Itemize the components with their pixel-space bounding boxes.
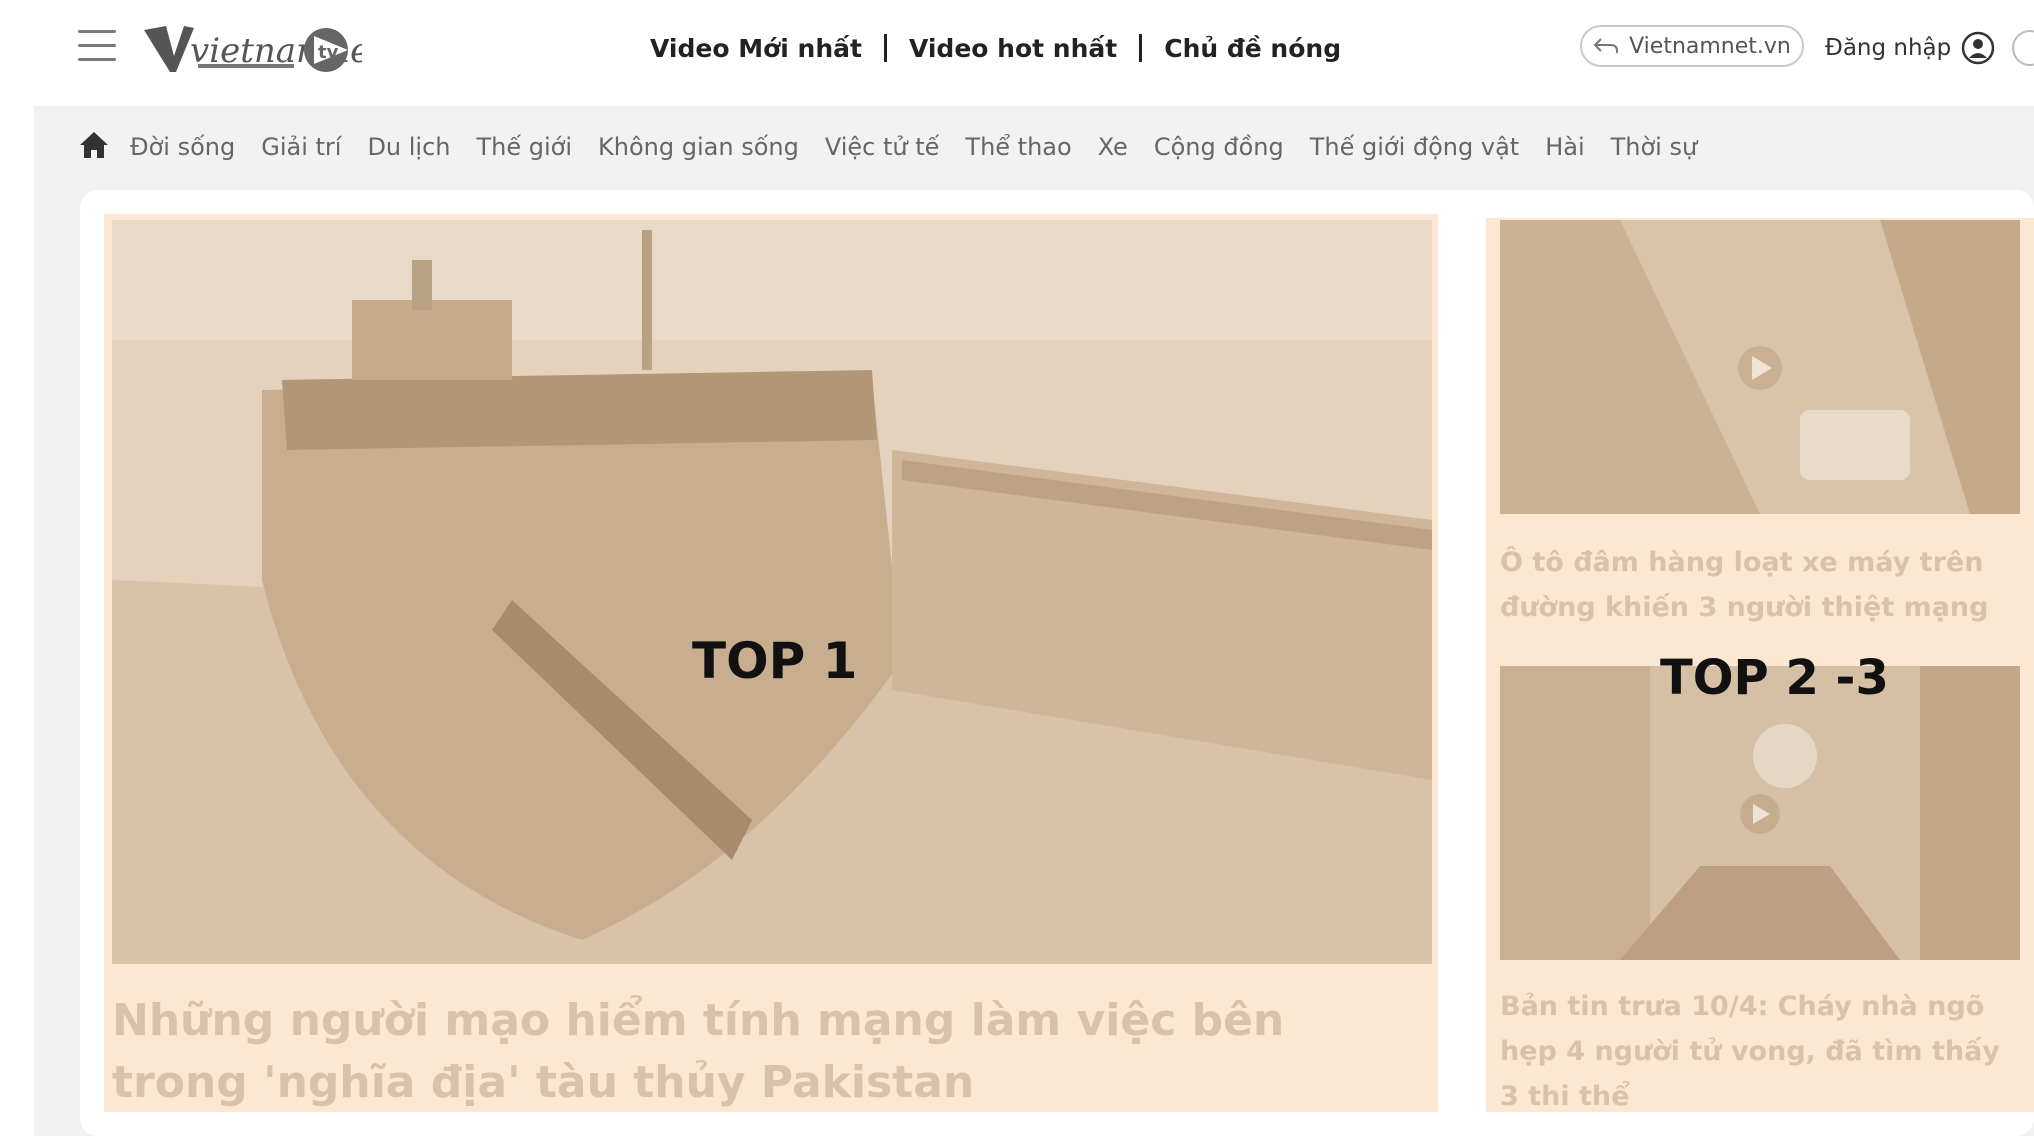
menu-icon[interactable] — [78, 28, 116, 64]
vietnamnet-tv-logo[interactable]: vietnamnet tv tv — [140, 16, 362, 80]
login-button[interactable]: Đăng nhập — [1825, 28, 1995, 68]
category-list: Đời sống Giải trí Du lịch Thế giới Không… — [130, 106, 1723, 188]
category-viec-tu-te[interactable]: Việc tử tế — [825, 133, 940, 161]
category-hai[interactable]: Hài — [1545, 133, 1584, 161]
login-label: Đăng nhập — [1825, 35, 1952, 61]
nav-video-hot[interactable]: Video hot nhất — [909, 34, 1117, 63]
category-the-gioi[interactable]: Thế giới — [477, 133, 573, 161]
search-toggle-icon[interactable] — [2012, 30, 2034, 66]
left-gutter — [0, 0, 34, 1136]
category-doi-song[interactable]: Đời sống — [130, 133, 235, 161]
ship-image — [112, 220, 1432, 964]
top2-3-label: TOP 2 -3 — [1660, 650, 1889, 706]
top1-headline[interactable]: Những người mạo hiểm tính mạng làm việc … — [112, 990, 1412, 1114]
top-header: vietnamnet tv tv Video Mới nhất Video ho… — [0, 0, 2034, 106]
top3-headline[interactable]: Bản tin trưa 10/4: Cháy nhà ngõ hẹp 4 ng… — [1500, 984, 2020, 1119]
category-giai-tri[interactable]: Giải trí — [261, 133, 341, 161]
street-image — [1500, 220, 2020, 514]
category-xe[interactable]: Xe — [1098, 133, 1128, 161]
category-khong-gian-song[interactable]: Không gian sống — [598, 133, 799, 161]
category-du-lich[interactable]: Du lịch — [367, 133, 450, 161]
top-navigation: Video Mới nhất Video hot nhất Chủ đề nón… — [650, 28, 1341, 68]
category-thoi-su[interactable]: Thời sự — [1611, 133, 1698, 161]
nav-hot-topics[interactable]: Chủ đề nóng — [1164, 34, 1341, 63]
top2-headline[interactable]: Ô tô đâm hàng loạt xe máy trên đường khi… — [1500, 540, 2020, 630]
category-the-thao[interactable]: Thể thao — [965, 133, 1071, 161]
category-bar: Đời sống Giải trí Du lịch Thế giới Không… — [34, 106, 2034, 188]
category-cong-dong[interactable]: Cộng đồng — [1154, 133, 1284, 161]
top2-video-thumbnail[interactable] — [1500, 220, 2020, 514]
top1-video-thumbnail[interactable] — [112, 220, 1432, 964]
alley-image — [1500, 666, 2020, 960]
return-arrow-icon — [1593, 38, 1619, 53]
top1-label: TOP 1 — [692, 632, 858, 690]
svg-text:tv: tv — [318, 42, 339, 63]
site-button-label: Vietnamnet.vn — [1629, 33, 1791, 59]
nav-video-newest[interactable]: Video Mới nhất — [650, 34, 862, 63]
vietnamnet-site-button[interactable]: Vietnamnet.vn — [1580, 25, 1804, 67]
nav-divider — [1139, 34, 1143, 62]
top3-video-thumbnail[interactable] — [1500, 666, 2020, 960]
home-icon[interactable] — [78, 130, 110, 160]
nav-divider — [883, 34, 887, 62]
user-icon — [1962, 31, 1995, 65]
category-the-gioi-dong-vat[interactable]: Thế giới động vật — [1310, 133, 1519, 161]
